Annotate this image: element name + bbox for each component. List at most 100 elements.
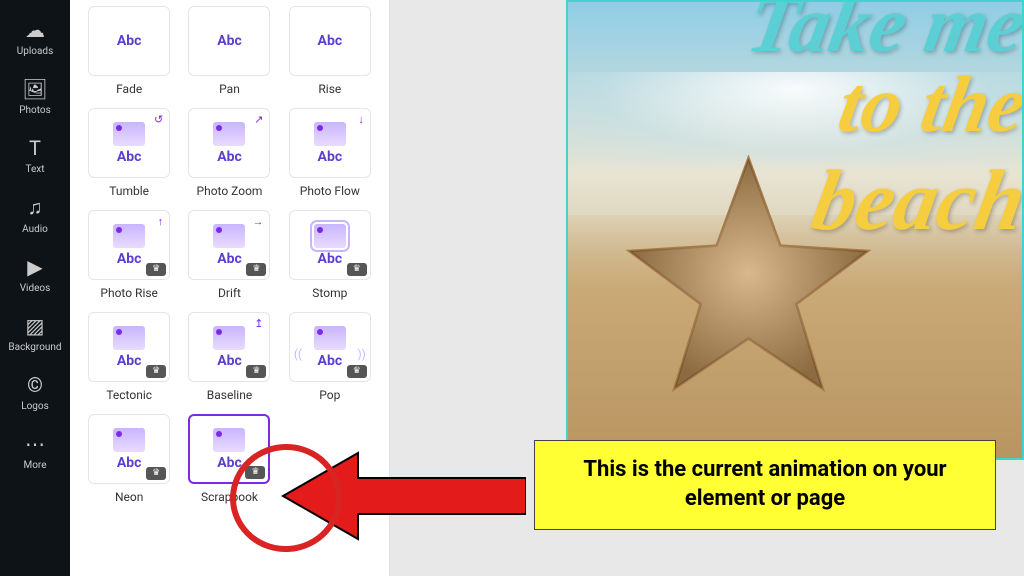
thumb-icon (113, 224, 145, 248)
nav-photos[interactable]: 🖼 Photos (0, 67, 70, 126)
wave-right-icon: )) (357, 347, 365, 361)
nav-label: Background (8, 342, 61, 353)
animation-label: Fade (116, 82, 142, 96)
right-icon: → (252, 215, 263, 228)
music-icon: ♫ (28, 195, 43, 220)
thumb-icon (213, 122, 245, 146)
nav-label: Audio (22, 224, 48, 235)
crown-icon: ♛ (245, 466, 265, 479)
animation-tectonic[interactable]: Abc ♛ Tectonic (88, 312, 170, 402)
pattern-icon: ▨ (26, 314, 45, 338)
thumb-icon (314, 326, 346, 350)
preview-text: Abc (217, 149, 242, 165)
up-bar-icon: ↥ (254, 317, 263, 330)
animations-grid: Abc Fade Abc Pan Abc Rise ↺ Abc Tumble ↗ Abc Ph… (88, 6, 371, 504)
nav-text[interactable]: T Text (0, 126, 70, 185)
nav-label: Uploads (17, 46, 53, 57)
crown-icon: ♛ (347, 263, 367, 276)
nav-background[interactable]: ▨ Background (0, 304, 70, 363)
animation-photo-flow[interactable]: ↓ Abc Photo Flow (289, 108, 371, 198)
preview-text: Abc (318, 33, 343, 49)
animation-pop[interactable]: (( Abc)) ♛ Pop (289, 312, 371, 402)
nav-label: Logos (21, 401, 49, 412)
down-icon: ↓ (358, 113, 364, 126)
animation-label: Neon (115, 490, 143, 504)
animation-label: Pan (219, 82, 240, 96)
crown-icon: ♛ (246, 263, 266, 276)
annotation-arrow (278, 448, 526, 544)
preview-text: Abc (318, 251, 343, 267)
nav-uploads[interactable]: ☁ Uploads (0, 8, 70, 67)
animation-neon[interactable]: Abc ♛Neon (88, 414, 170, 504)
animation-pan[interactable]: Abc Pan (188, 6, 270, 96)
preview-text: Abc (318, 353, 343, 369)
animation-tumble[interactable]: ↺ Abc Tumble (88, 108, 170, 198)
preview-text: Abc (117, 251, 142, 267)
crown-icon: ♛ (347, 365, 367, 378)
logo-icon: © (27, 373, 43, 397)
thumb-icon (113, 326, 145, 350)
animation-photo-zoom[interactable]: ↗ Abc Photo Zoom (188, 108, 270, 198)
preview-text: Abc (217, 251, 242, 267)
nav-audio[interactable]: ♫ Audio (0, 185, 70, 245)
crown-icon: ♛ (246, 365, 266, 378)
nav-label: Photos (19, 105, 51, 116)
preview-text: Abc (117, 353, 142, 369)
preview-text: Abc (117, 149, 142, 165)
thumb-icon (213, 326, 245, 350)
animation-photo-rise[interactable]: ↑ Abc ♛ Photo Rise (88, 210, 170, 300)
up-icon: ↑ (158, 215, 164, 228)
annotation-callout: This is the current animation on your el… (534, 440, 996, 530)
animation-label: Rise (318, 82, 341, 96)
animation-label: Tumble (109, 184, 149, 198)
crown-icon: ♛ (146, 365, 166, 378)
animation-label: Photo Zoom (197, 184, 263, 198)
canvas-text-2[interactable]: to the (832, 60, 1024, 151)
animation-label: Drift (218, 286, 241, 300)
video-icon: ▶ (27, 255, 42, 279)
animation-baseline[interactable]: ↥ Abc ♛ Baseline (188, 312, 270, 402)
callout-text: This is the current animation on your el… (555, 456, 975, 513)
nav-logos[interactable]: © Logos (0, 363, 70, 422)
rotate-icon: ↺ (154, 113, 163, 126)
animation-drift[interactable]: → Abc ♛ Drift (188, 210, 270, 300)
nav-label: More (23, 460, 46, 471)
image-icon: 🖼 (22, 77, 47, 101)
animation-label: Stomp (312, 286, 347, 300)
animation-label: Baseline (207, 388, 252, 402)
nav-more[interactable]: ⋯ More (0, 422, 70, 481)
crown-icon: ♛ (146, 467, 166, 480)
animation-label: Tectonic (106, 388, 152, 402)
thumb-icon (213, 428, 245, 452)
canvas-text-3[interactable]: beach (805, 150, 1024, 250)
animation-rise[interactable]: Abc Rise (289, 6, 371, 96)
animation-label: Photo Flow (300, 184, 360, 198)
thumb-icon (113, 428, 145, 452)
preview-text: Abc (117, 33, 142, 49)
thumb-icon (314, 122, 346, 146)
animation-fade[interactable]: Abc Fade (88, 6, 170, 96)
cloud-icon: ☁ (25, 18, 45, 42)
preview-text: Abc (217, 455, 242, 471)
preview-text: Abc (117, 455, 142, 471)
animation-label: Scrapbook (201, 490, 258, 504)
animation-scrapbook[interactable]: Abc♛ Scrapbook (188, 414, 270, 504)
animation-label: Pop (319, 388, 340, 402)
preview-text: Abc (217, 353, 242, 369)
design-canvas[interactable]: Take me to the beach (566, 0, 1024, 460)
more-icon: ⋯ (25, 432, 45, 456)
thumb-icon (213, 224, 245, 248)
text-icon: T (29, 136, 41, 160)
preview-text: Abc (318, 149, 343, 165)
animation-label: Photo Rise (100, 286, 158, 300)
nav-label: Text (25, 164, 44, 175)
thumb-icon (314, 224, 346, 248)
expand-icon: ↗ (254, 113, 263, 126)
preview-text: Abc (217, 33, 242, 49)
wave-left-icon: (( (294, 347, 302, 361)
side-nav: ☁ Uploads 🖼 Photos T Text ♫ Audio ▶ Videos ▨ B… (0, 0, 70, 576)
animation-stomp[interactable]: Abc ♛Stomp (289, 210, 371, 300)
crown-icon: ♛ (146, 263, 166, 276)
nav-label: Videos (20, 283, 51, 294)
nav-videos[interactable]: ▶ Videos (0, 245, 70, 304)
